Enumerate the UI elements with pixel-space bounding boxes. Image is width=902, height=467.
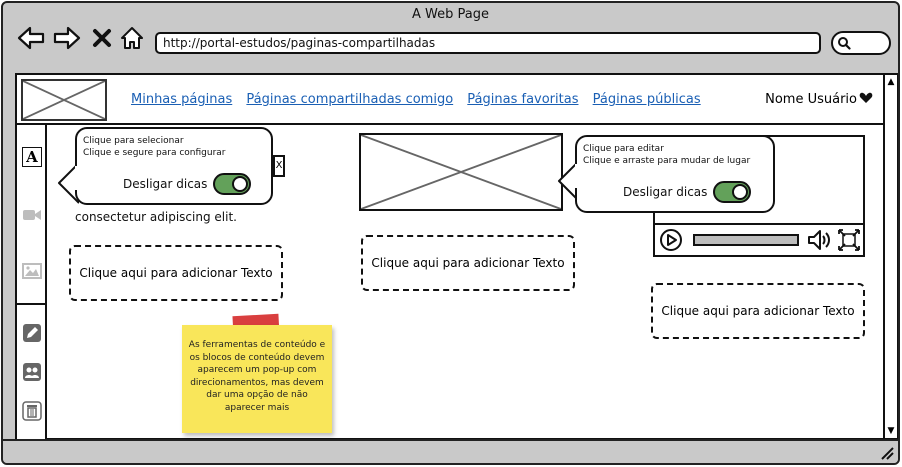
image-tool[interactable]	[22, 261, 42, 281]
disable-tips-label: Desligar dicas	[623, 185, 708, 199]
play-icon[interactable]	[659, 228, 683, 252]
home-icon[interactable]	[119, 25, 145, 51]
resize-grip-icon[interactable]	[878, 444, 894, 460]
video-controls	[655, 223, 863, 255]
heart-icon	[859, 92, 873, 103]
delete-tool[interactable]	[22, 401, 42, 421]
search-box[interactable]	[831, 31, 891, 55]
add-text-block[interactable]: Clique aqui para adicionar Texto	[651, 283, 865, 339]
users-tool[interactable]	[22, 362, 42, 382]
image-icon	[22, 263, 42, 279]
user-menu[interactable]: Nome Usuário	[765, 92, 873, 107]
tip-line-edit: Clique para editar	[583, 144, 664, 154]
search-icon	[838, 37, 851, 50]
trash-icon	[22, 401, 42, 421]
disable-tips-toggle[interactable]	[713, 181, 751, 203]
disable-tips-toggle[interactable]	[213, 173, 251, 195]
window-title: A Web Page	[412, 7, 489, 22]
volume-icon[interactable]	[807, 228, 833, 252]
toolbar-divider	[17, 303, 45, 305]
scroll-up-icon[interactable]: ▲	[886, 77, 896, 87]
lorem-text: consectetur adipiscing elit.	[75, 210, 237, 224]
add-text-block[interactable]: Clique aqui para adicionar Texto	[361, 235, 575, 291]
sticky-note: As ferramentas de conteúdo e os blocos d…	[182, 325, 332, 433]
browser-window: A Web Page http://portal-estudos/paginas…	[1, 1, 900, 465]
user-name: Nome Usuário	[765, 92, 857, 107]
status-bar	[3, 439, 898, 463]
site-header: Minhas páginas Páginas compartilhadas co…	[17, 75, 885, 125]
main-nav: Minhas páginas Páginas compartilhadas co…	[131, 92, 711, 107]
address-bar[interactable]: http://portal-estudos/paginas-compartilh…	[155, 32, 821, 54]
disable-tips-label: Desligar dicas	[123, 177, 208, 191]
page-viewport: Minhas páginas Páginas compartilhadas co…	[15, 73, 885, 440]
nav-link-paginas-favoritas[interactable]: Páginas favoritas	[467, 92, 578, 107]
nav-link-paginas-compartilhadas[interactable]: Páginas compartilhadas comigo	[246, 92, 453, 107]
tip-line-configure: Clique e segure para configurar	[83, 148, 226, 158]
logo-placeholder	[21, 79, 107, 121]
tip-line-drag: Clique e arraste para mudar de lugar	[583, 156, 751, 166]
scroll-down-icon[interactable]: ▼	[886, 426, 896, 436]
edit-tool[interactable]	[22, 323, 42, 343]
add-text-block[interactable]: Clique aqui para adicionar Texto	[69, 245, 283, 301]
video-tool[interactable]	[22, 205, 42, 225]
users-icon	[23, 363, 41, 381]
fullscreen-icon[interactable]	[837, 228, 861, 252]
content-toolbar: A	[17, 125, 47, 440]
tip-popup-select: Clique para selecionar Clique e segure p…	[75, 127, 273, 205]
stop-x-icon[interactable]	[91, 25, 113, 51]
video-camera-icon	[23, 210, 41, 220]
close-tab-button[interactable]: X	[273, 155, 285, 177]
tip-popup-edit: Clique para editar Clique e arraste para…	[575, 135, 775, 213]
nav-link-paginas-publicas[interactable]: Páginas públicas	[593, 92, 701, 107]
video-progress-bar[interactable]	[693, 234, 799, 246]
nav-link-minhas-paginas[interactable]: Minhas páginas	[131, 92, 232, 107]
back-arrow-icon[interactable]	[17, 25, 45, 51]
forward-arrow-icon[interactable]	[53, 25, 81, 51]
vertical-scrollbar[interactable]: ▲ ▼	[885, 73, 898, 440]
text-tool[interactable]: A	[22, 147, 42, 167]
pencil-icon	[23, 324, 41, 342]
image-placeholder[interactable]	[359, 133, 563, 211]
tip-line-select: Clique para selecionar	[83, 136, 184, 146]
text-A-icon: A	[26, 148, 38, 166]
